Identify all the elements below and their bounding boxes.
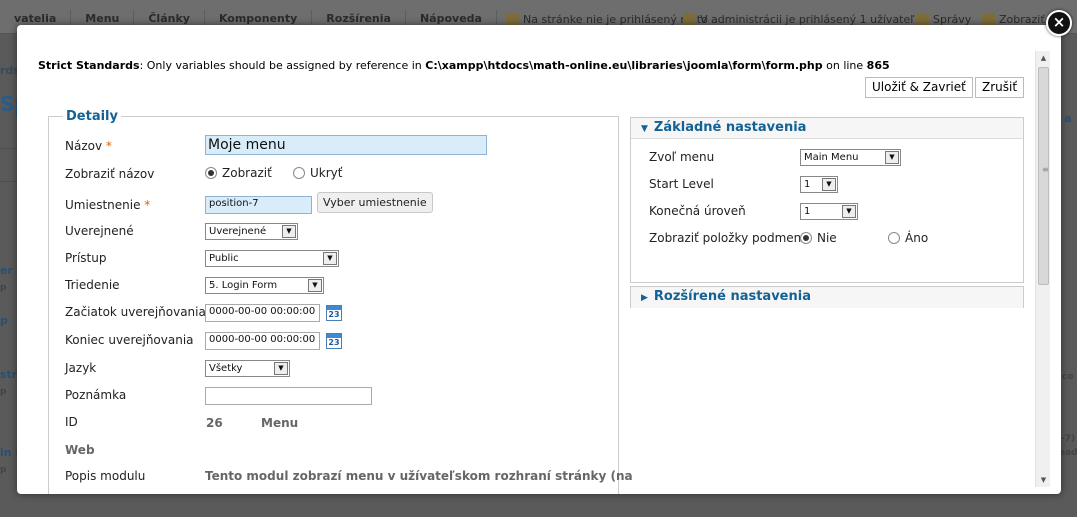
divider [0,148,17,149]
triangle-down-icon: ▼ [641,124,648,134]
publish-up-label: Začiatok uverejňovania [65,305,206,319]
select-position-button[interactable]: Vyber umiestnenie [317,192,433,213]
details-legend: Detaily [63,109,121,124]
chevron-down-icon: ▼ [323,252,337,265]
description-value: Tento modul zobrazí menu v užívateľskom … [205,469,633,483]
monitor-icon [982,12,995,26]
radio-unchecked-icon [293,167,305,179]
basic-options-panel: ▼ Základné nastavenia [630,117,1024,283]
ordering-select[interactable]: 5. Login Form ▼ [205,277,324,294]
publish-up-input[interactable]: 0000-00-00 00:00:00 [205,304,320,322]
bg-text: p [0,314,8,327]
publish-down-label: Koniec uverejňovania [65,333,194,347]
chevron-down-icon: ▼ [885,151,899,164]
id-label: ID [65,415,78,429]
position-label: Umiestnenie * [65,198,151,212]
mail-icon [916,12,929,26]
radio-unchecked-icon [888,232,900,244]
triangle-right-icon: ▶ [641,293,648,303]
chevron-down-icon: ▼ [274,362,288,375]
chevron-down-icon: ▼ [282,225,296,238]
bg-text: p [0,387,7,397]
divider [0,181,17,182]
menu-select[interactable]: Main Menu ▼ [800,149,901,166]
site-section-label: Web [65,443,95,457]
chevron-down-icon: ▼ [822,178,836,191]
show-title-radio-hide[interactable]: Ukryť [293,166,342,180]
modal-scrollbar[interactable]: ▲ ≡ ▼ [1035,51,1050,487]
show-title-label: Zobraziť názov [65,167,155,181]
advanced-options-header[interactable]: ▶ Rozšírené nastavenia [631,287,1023,308]
users-icon [506,12,519,26]
users-icon [683,12,696,26]
required-marker: * [105,139,112,153]
access-label: Prístup [65,251,107,265]
scroll-down-icon[interactable]: ▼ [1036,473,1051,487]
publish-down-input[interactable]: 0000-00-00 00:00:00 [205,332,320,350]
scroll-up-icon[interactable]: ▲ [1036,51,1051,65]
note-label: Poznámka [65,388,127,402]
note-input[interactable] [205,387,372,405]
id-value: 26 [206,416,223,430]
module-edit-modal: Strict Standards: Only variables should … [17,25,1061,494]
basic-options-header[interactable]: ▼ Základné nastavenia [631,118,1023,139]
access-select[interactable]: Public ▼ [205,250,339,267]
chevron-down-icon: ▼ [842,205,856,218]
position-input[interactable]: position-7 [205,196,312,214]
bg-text: p [0,283,7,293]
grip-icon: ≡ [1042,165,1049,174]
save-close-button[interactable]: Uložiť & Zavrieť [865,77,973,98]
radio-checked-icon [800,232,812,244]
bg-text: co [1062,372,1074,382]
show-submenu-label: Zobraziť položky podmenu [649,231,809,245]
bg-text: a [1064,112,1072,125]
close-modal-button[interactable]: × [1046,10,1072,36]
show-submenu-radio-no[interactable]: Nie [800,231,837,245]
end-level-label: Konečná úroveň [649,204,746,218]
ordering-label: Triedenie [65,278,120,292]
required-marker: * [144,198,151,212]
select-menu-label: Zvoľ menu [649,150,715,164]
radio-checked-icon [205,167,217,179]
calendar-icon[interactable]: 23 [326,333,342,349]
published-select[interactable]: Uverejnené ▼ [205,223,298,240]
strict-standards-warning: Strict Standards: Only variables should … [38,59,890,72]
start-level-select[interactable]: 1 ▼ [800,176,838,193]
title-label: Názov * [65,139,112,153]
bg-text: ead) [1059,448,1077,458]
show-title-radio-show[interactable]: Zobraziť [205,166,272,180]
end-level-select[interactable]: 1 ▼ [800,203,858,220]
show-submenu-radio-yes[interactable]: Áno [888,231,928,245]
cancel-button[interactable]: Zrušiť [975,77,1025,98]
chevron-down-icon: ▼ [308,279,322,292]
description-label: Popis modulu [65,469,146,483]
calendar-icon[interactable]: 23 [326,305,342,321]
published-label: Uverejnené [65,224,134,238]
advanced-options-panel: ▶ Rozšírené nastavenia [630,286,1024,308]
start-level-label: Start Level [649,177,714,191]
module-type-value: Menu [261,416,299,430]
title-input[interactable]: Moje menu [205,135,487,155]
bg-text: p [0,465,7,475]
language-select[interactable]: Všetky ▼ [205,360,290,377]
language-label: Jazyk [65,361,97,375]
bg-text: -7) [1061,434,1076,444]
scrollbar-thumb[interactable]: ≡ [1038,67,1049,285]
